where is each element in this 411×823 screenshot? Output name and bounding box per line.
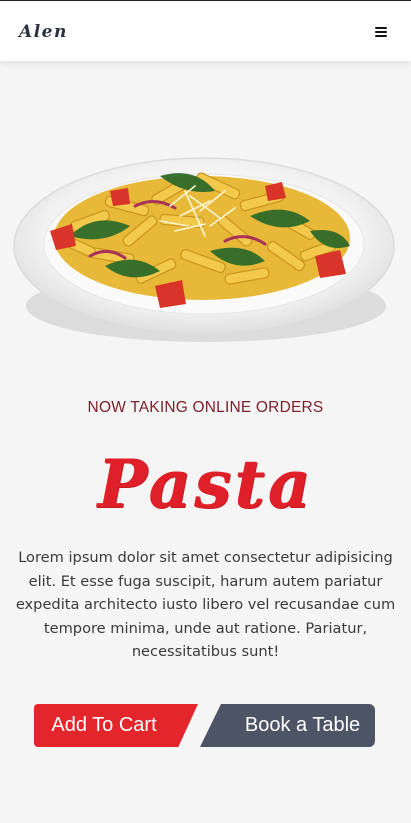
logo[interactable]: Alen — [19, 22, 68, 42]
hero-title: Pasta — [97, 445, 314, 523]
hamburger-menu-icon[interactable] — [373, 25, 389, 39]
hero-tagline: NOW TAKING ONLINE ORDERS — [87, 399, 324, 416]
add-to-cart-button[interactable]: Add To Cart — [34, 704, 198, 747]
menu-line — [375, 31, 387, 33]
menu-line — [375, 27, 387, 29]
page: Alen NOW TAKING ONLINE ORDERS Pasta Lore… — [0, 0, 411, 823]
menu-line — [375, 35, 387, 37]
site-header: Alen — [0, 1, 411, 61]
hero-description: Lorem ipsum dolor sit amet consectetur a… — [15, 549, 396, 660]
pasta-dish-image — [13, 157, 395, 342]
book-table-button[interactable]: Book a Table — [200, 704, 375, 747]
